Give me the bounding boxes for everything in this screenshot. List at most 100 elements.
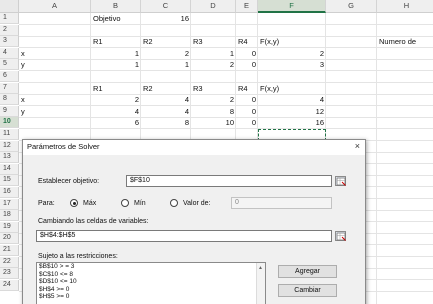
cell-f7[interactable]: F(x,y) bbox=[258, 83, 326, 94]
cell-h3[interactable]: Numero de bbox=[377, 36, 433, 47]
cell-f10[interactable]: 16 bbox=[258, 117, 326, 128]
close-icon[interactable]: × bbox=[355, 141, 360, 151]
objective-label: Establecer objetivo: bbox=[38, 178, 100, 185]
cell-e3[interactable]: R4 bbox=[236, 36, 258, 47]
cell-b4[interactable]: 1 bbox=[91, 48, 141, 59]
cell-b10[interactable]: 6 bbox=[91, 117, 141, 128]
row-header-5[interactable]: 5 bbox=[0, 59, 19, 71]
changing-cells-input[interactable]: $H$4:$H$5 bbox=[36, 230, 332, 242]
row-header-21[interactable]: 21 bbox=[0, 245, 19, 256]
column-header-g[interactable]: G bbox=[326, 0, 377, 13]
row-header-15[interactable]: 15 bbox=[0, 175, 19, 187]
cell-d7[interactable]: R3 bbox=[191, 83, 236, 94]
cell-d8[interactable]: 2 bbox=[191, 94, 236, 105]
row-header-9[interactable]: 9 bbox=[0, 105, 19, 117]
cell-d3[interactable]: R3 bbox=[191, 36, 236, 47]
cell-e9[interactable]: 0 bbox=[236, 106, 258, 117]
row-header-10[interactable]: 10 bbox=[0, 117, 19, 129]
row-header-8[interactable]: 8 bbox=[0, 94, 19, 106]
cell-c4[interactable]: 2 bbox=[141, 48, 191, 59]
row-header-22[interactable]: 22 bbox=[0, 256, 19, 268]
cell-c8[interactable]: 4 bbox=[141, 94, 191, 105]
row-header-6[interactable]: 6 bbox=[0, 71, 19, 82]
solver-parameters-dialog: Parámetros de Solver × Establecer objeti… bbox=[22, 139, 366, 304]
constraint-item[interactable]: $C$10 <= 8 bbox=[37, 271, 265, 279]
max-label: Máx bbox=[83, 200, 97, 207]
cell-c3[interactable]: R2 bbox=[141, 36, 191, 47]
row-header-4[interactable]: 4 bbox=[0, 47, 19, 59]
cell-f8[interactable]: 4 bbox=[258, 94, 326, 105]
row-header-23[interactable]: 23 bbox=[0, 268, 19, 280]
row-header-24[interactable]: 24 bbox=[0, 279, 19, 291]
max-radio[interactable] bbox=[70, 199, 78, 207]
cell-c9[interactable]: 4 bbox=[141, 106, 191, 117]
cell-f5[interactable]: 3 bbox=[258, 59, 326, 70]
column-header-f[interactable]: F bbox=[258, 0, 326, 13]
cell-e7[interactable]: R4 bbox=[236, 83, 258, 94]
select-all-corner[interactable] bbox=[0, 0, 19, 13]
cell-a9[interactable]: y bbox=[19, 106, 91, 117]
constraint-item[interactable]: $B$10 > = 3 bbox=[37, 263, 265, 271]
cell-d4[interactable]: 1 bbox=[191, 48, 236, 59]
row-header-16[interactable]: 16 bbox=[0, 187, 19, 198]
row-header-7[interactable]: 7 bbox=[0, 82, 19, 94]
cell-b8[interactable]: 2 bbox=[91, 94, 141, 105]
row-header-12[interactable]: 12 bbox=[0, 140, 19, 152]
column-header-d[interactable]: D bbox=[191, 0, 236, 13]
cell-f9[interactable]: 12 bbox=[258, 106, 326, 117]
cell-b1[interactable]: Objetivo bbox=[91, 13, 141, 24]
column-header-b[interactable]: B bbox=[91, 0, 141, 13]
cell-f4[interactable]: 2 bbox=[258, 48, 326, 59]
constraints-list[interactable]: $B$10 > = 3 $C$10 <= 8 $D$10 <= 10 $H$4 >= … bbox=[36, 262, 266, 304]
row-header-3[interactable]: 3 bbox=[0, 36, 19, 48]
add-button-label: Agregar bbox=[295, 268, 320, 275]
column-header-c[interactable]: C bbox=[141, 0, 191, 13]
cell-c10[interactable]: 8 bbox=[141, 117, 191, 128]
objective-collapse-icon[interactable] bbox=[335, 176, 346, 186]
value-of-input[interactable]: 0 bbox=[231, 197, 332, 209]
row-header-13[interactable]: 13 bbox=[0, 152, 19, 164]
row-header-14[interactable]: 14 bbox=[0, 163, 19, 175]
row-header-11[interactable]: 11 bbox=[0, 129, 19, 140]
cell-f3[interactable]: F(x,y) bbox=[258, 36, 326, 47]
row-header-2[interactable]: 2 bbox=[0, 24, 19, 36]
row-header-20[interactable]: 20 bbox=[0, 233, 19, 245]
to-label: Para: bbox=[38, 200, 55, 207]
cell-a8[interactable]: x bbox=[19, 94, 91, 105]
cell-b5[interactable]: 1 bbox=[91, 59, 141, 70]
column-header-a[interactable]: A bbox=[19, 0, 91, 13]
cell-e5[interactable]: 0 bbox=[236, 59, 258, 70]
objective-input[interactable]: $F$10 bbox=[126, 175, 332, 187]
min-radio[interactable] bbox=[121, 199, 129, 207]
cell-e4[interactable]: 0 bbox=[236, 48, 258, 59]
value-of-radio[interactable] bbox=[170, 199, 178, 207]
row-header-19[interactable]: 19 bbox=[0, 221, 19, 233]
changing-collapse-icon[interactable] bbox=[335, 231, 346, 241]
add-button[interactable]: Agregar bbox=[278, 265, 337, 278]
change-button[interactable]: Cambiar bbox=[278, 284, 337, 297]
cell-e8[interactable]: 0 bbox=[236, 94, 258, 105]
constraint-item[interactable]: $H$4 >= 0 bbox=[37, 286, 265, 294]
column-header-h[interactable]: H bbox=[377, 0, 433, 13]
cell-b7[interactable]: R1 bbox=[91, 83, 141, 94]
constraint-item[interactable]: $H$5 >= 0 bbox=[37, 293, 265, 301]
column-header-e[interactable]: E bbox=[236, 0, 258, 13]
row-header-17[interactable]: 17 bbox=[0, 198, 19, 210]
row-header-1[interactable]: 1 bbox=[0, 13, 19, 24]
cell-b3[interactable]: R1 bbox=[91, 36, 141, 47]
cell-d5[interactable]: 2 bbox=[191, 59, 236, 70]
constraints-scrollbar[interactable]: ▲ bbox=[256, 263, 265, 304]
scroll-up-icon[interactable]: ▲ bbox=[258, 265, 263, 271]
cell-c5[interactable]: 1 bbox=[141, 59, 191, 70]
cell-c1[interactable]: 16 bbox=[141, 13, 191, 24]
constraint-item[interactable]: $D$10 <= 10 bbox=[37, 278, 265, 286]
cell-d10[interactable]: 10 bbox=[191, 117, 236, 128]
dialog-titlebar: Parámetros de Solver × bbox=[23, 140, 365, 155]
cell-a5[interactable]: y bbox=[19, 59, 91, 70]
cell-e10[interactable]: 0 bbox=[236, 117, 258, 128]
cell-b9[interactable]: 4 bbox=[91, 106, 141, 117]
cell-c7[interactable]: R2 bbox=[141, 83, 191, 94]
row-header-18[interactable]: 18 bbox=[0, 210, 19, 222]
cell-d9[interactable]: 8 bbox=[191, 106, 236, 117]
cell-a4[interactable]: x bbox=[19, 48, 91, 59]
